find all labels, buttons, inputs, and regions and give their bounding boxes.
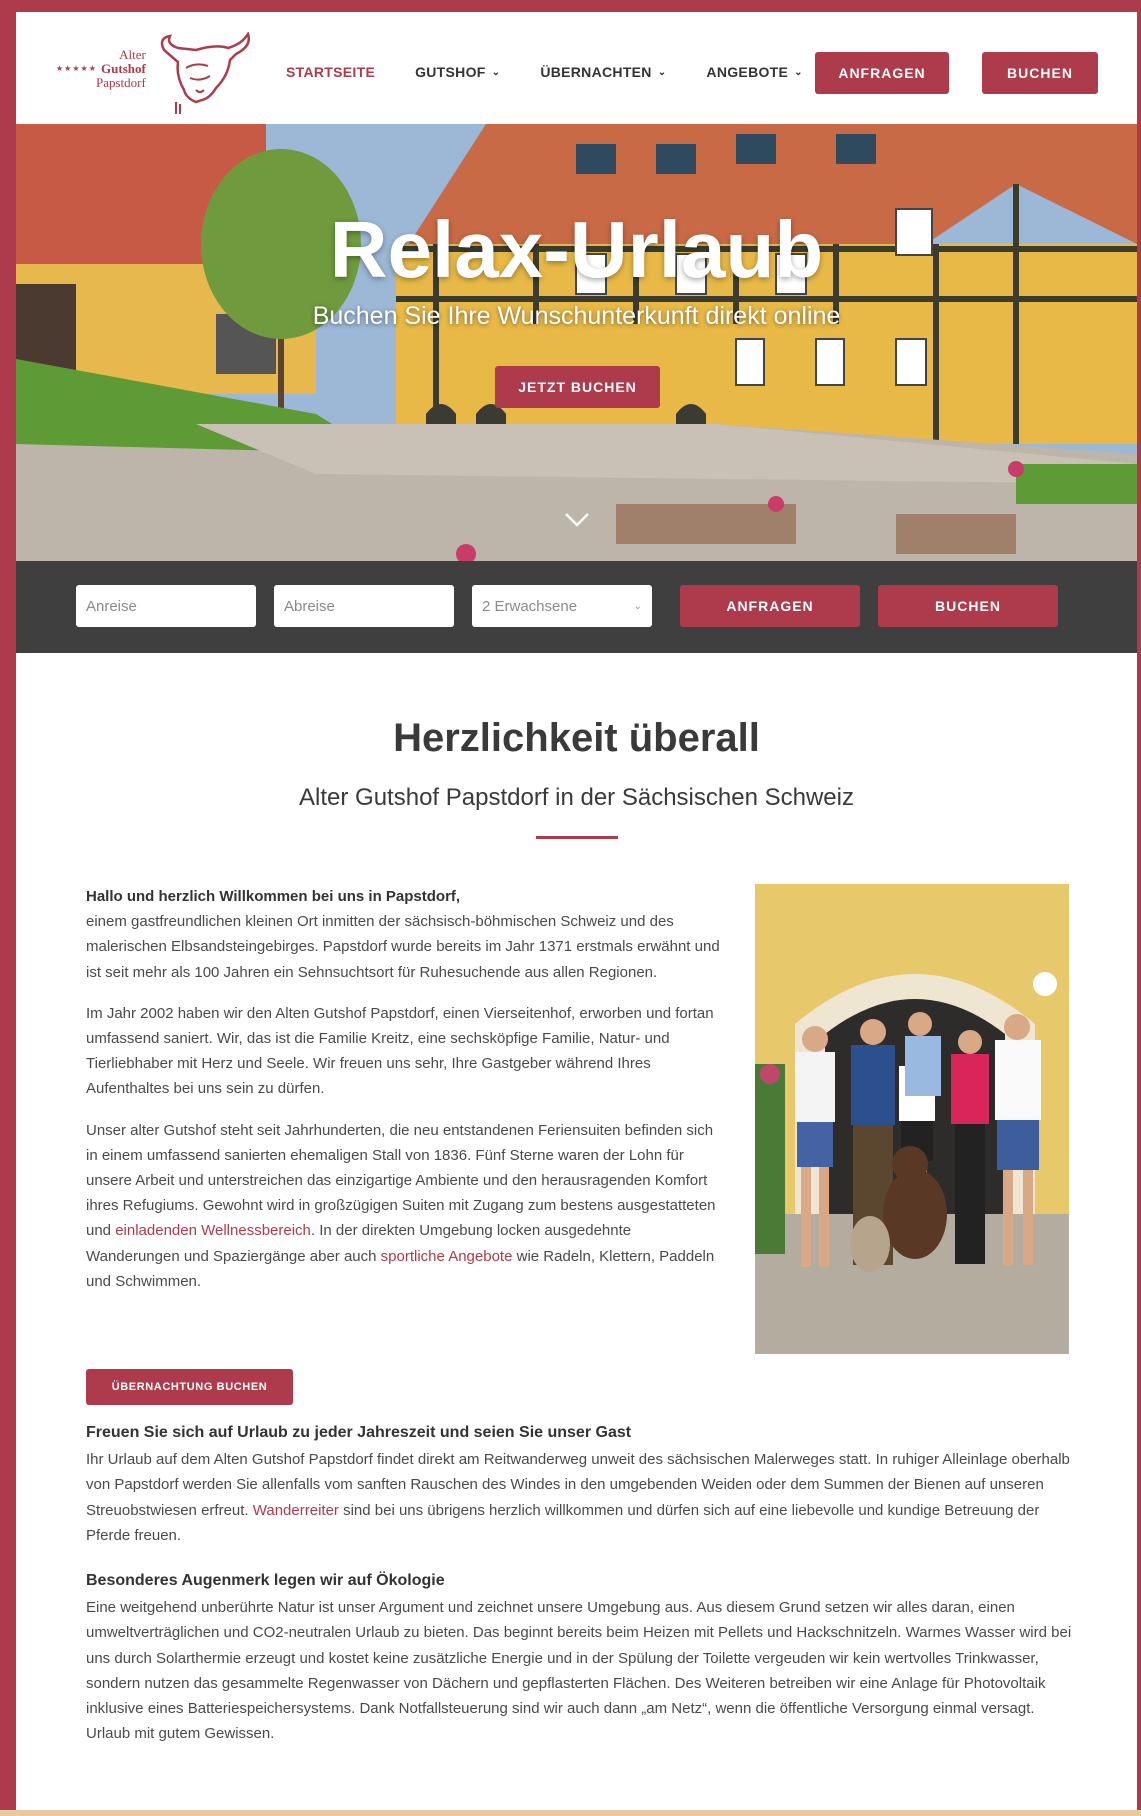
frame-top [0,0,1141,12]
header-anfragen-button[interactable]: ANFRAGEN [815,52,949,94]
main-nav: STARTSEITE GUTSHOF ⌄ ÜBERNACHTEN ⌄ ANGEB… [286,64,843,80]
frame-right [1137,0,1141,1816]
page: ★★★★★ Alter Gutshof Papstdorf STARTSEITE… [16,12,1137,1810]
anreise-placeholder: Anreise [86,597,137,615]
chevron-down-icon[interactable] [564,510,590,530]
intro-p3: Unser alter Gutshof steht seit Jahrhunde… [86,1118,721,1294]
chevron-down-icon: ⌄ [657,66,667,78]
family-photo [755,884,1069,1354]
section-oekologie-text: Eine weitgehend unberührte Natur ist uns… [86,1599,1072,1743]
booking-buchen-button[interactable]: BUCHEN [878,585,1058,627]
anreise-input[interactable]: Anreise [76,585,256,627]
section-jahreszeit: Freuen Sie sich auf Urlaub zu jeder Jahr… [86,1420,1076,1548]
hero-title: Relax-Urlaub [329,205,824,294]
nav-angebote-label: ANGEBOTE [706,64,789,80]
logo-line2: Gutshof [101,61,146,76]
hero-subtitle: Buchen Sie Ihre Wunschunterkunft direkt … [312,302,841,330]
logo[interactable]: ★★★★★ Alter Gutshof Papstdorf [56,32,256,116]
frame-left [0,0,16,1816]
chevron-down-icon: ⌄ [491,66,501,78]
intro-p1: einem gastfreundlichen kleinen Ort inmit… [86,913,720,981]
nav-startseite-label: STARTSEITE [286,64,376,80]
nav-gutshof-label: GUTSHOF [415,64,486,80]
booking-bar: Anreise Abreise 2 Erwachsene ⌄ ANFRAGEN … [16,561,1137,653]
header-buchen-button[interactable]: BUCHEN [982,52,1098,94]
wellness-link[interactable]: einladenden Wellnessbereich [115,1222,311,1239]
nav-angebote[interactable]: ANGEBOTE ⌄ [706,64,802,80]
guests-value: 2 Erwachsene [482,597,578,615]
bull-logo-icon [160,32,250,114]
sport-link[interactable]: sportliche Angebote [381,1248,513,1265]
logo-line3: Papstdorf [96,75,146,90]
chevron-down-icon: ⌄ [794,66,803,78]
logo-text: Alter Gutshof Papstdorf [96,48,146,90]
jetzt-buchen-button[interactable]: JETZT BUCHEN [495,366,660,408]
nav-uebernachten[interactable]: ÜBERNACHTEN ⌄ [540,64,666,80]
section-jahreszeit-text: Ihr Urlaub auf dem Alten Gutshof Papstdo… [86,1447,1076,1548]
intro-bold: Hallo und herzlich Willkommen bei uns in… [86,888,461,905]
hero-photo [16,124,1137,561]
hero: Relax-Urlaub Buchen Sie Ihre Wunschunter… [16,124,1137,561]
section-jahreszeit-title: Freuen Sie sich auf Urlaub zu jeder Jahr… [86,1424,632,1441]
wanderreiter-link[interactable]: Wanderreiter [253,1502,339,1519]
nav-uebernachten-label: ÜBERNACHTEN [540,64,652,80]
abreise-input[interactable]: Abreise [274,585,454,627]
chevron-down-icon: ⌄ [633,600,642,612]
intro-text: Hallo und herzlich Willkommen bei uns in… [86,884,721,1310]
logo-line1: Alter [119,47,146,62]
intro-p2: Im Jahr 2002 haben wir den Alten Gutshof… [86,1004,714,1098]
main-subheading: Alter Gutshof Papstdorf in der Sächsisch… [299,784,854,811]
nav-gutshof[interactable]: GUTSHOF ⌄ [415,64,500,80]
guests-select[interactable]: 2 Erwachsene ⌄ [472,585,652,627]
booking-anfragen-button[interactable]: ANFRAGEN [680,585,860,627]
section-oekologie-title: Besonderes Augenmerk legen wir auf Ökolo… [86,1572,445,1589]
uebernachtung-buchen-button[interactable]: ÜBERNACHTUNG BUCHEN [86,1369,293,1405]
frame-bottom [0,1810,1141,1816]
logo-stars: ★★★★★ [56,64,97,73]
section-oekologie: Besonderes Augenmerk legen wir auf Ökolo… [86,1568,1076,1746]
abreise-placeholder: Abreise [284,597,335,615]
main-heading: Herzlichkeit überall [393,716,760,760]
site-header: ★★★★★ Alter Gutshof Papstdorf STARTSEITE… [16,12,1137,124]
nav-startseite[interactable]: STARTSEITE [286,64,375,80]
heading-divider [536,836,618,839]
